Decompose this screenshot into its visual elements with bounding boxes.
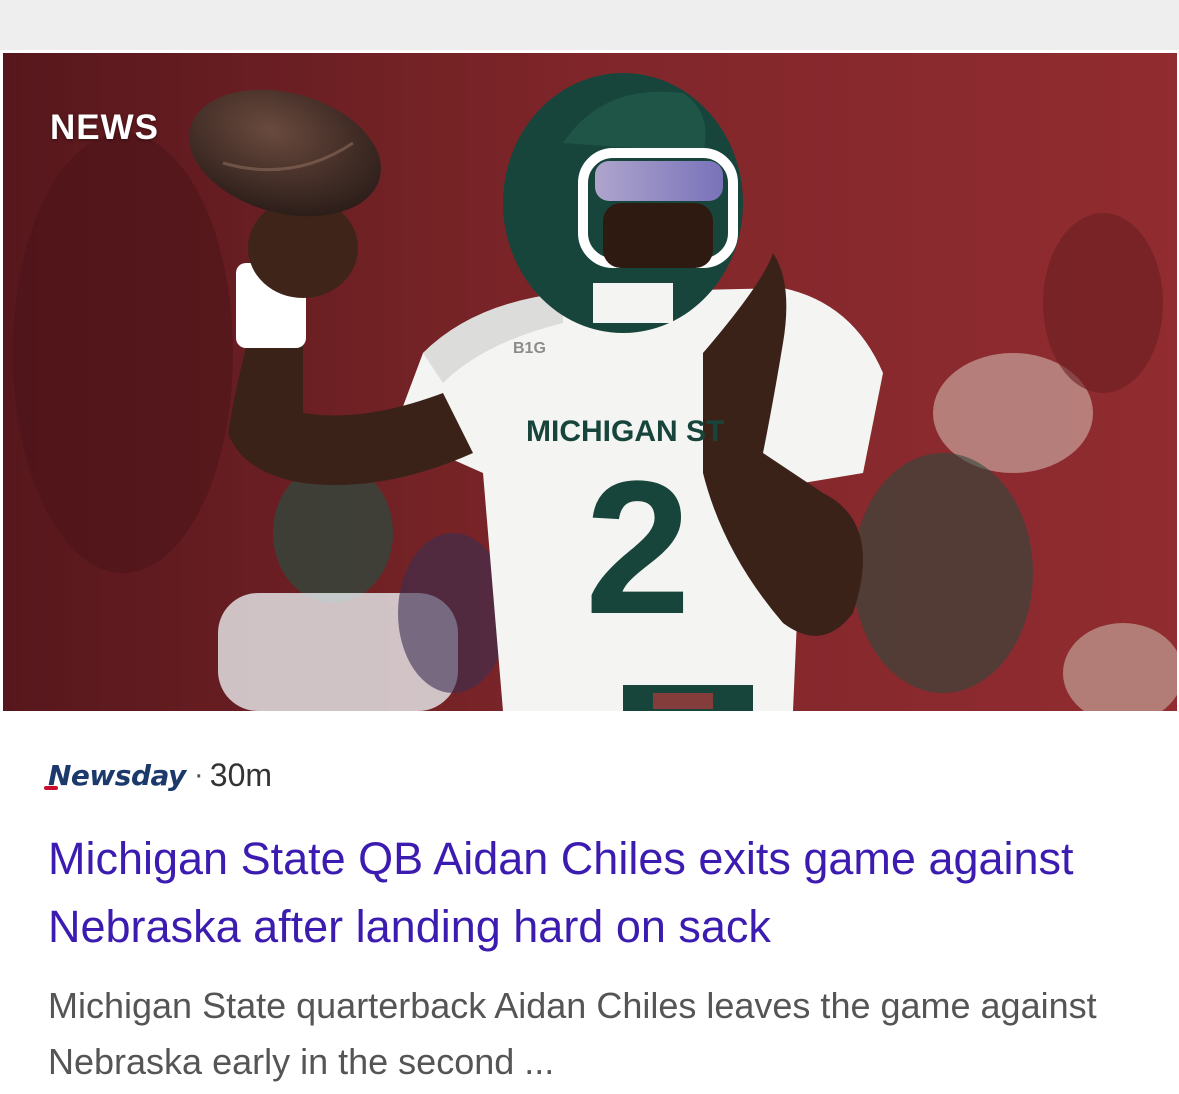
b1g-patch: B1G: [513, 340, 546, 357]
time-ago: 30m: [209, 756, 273, 793]
article-image[interactable]: MICHIGAN ST B1G 2 NEWS: [3, 53, 1177, 711]
jersey-number: 2: [585, 442, 691, 654]
news-card[interactable]: MICHIGAN ST B1G 2 NEWS Newsday · 30m Mic…: [0, 50, 1179, 1094]
source-row: Newsday · 30m: [44, 750, 273, 800]
source-name: Newsday: [48, 758, 186, 792]
article-snippet: Michigan State quarterback Aidan Chiles …: [48, 985, 1097, 1082]
newsday-logo-icon[interactable]: Newsday: [44, 758, 186, 792]
logo-swoosh: [44, 785, 58, 790]
article-headline[interactable]: Michigan State QB Aidan Chiles exits gam…: [48, 825, 1148, 961]
separator-dot: ·: [193, 758, 204, 791]
category-label: NEWS: [50, 108, 159, 147]
top-strip: [0, 0, 1179, 50]
